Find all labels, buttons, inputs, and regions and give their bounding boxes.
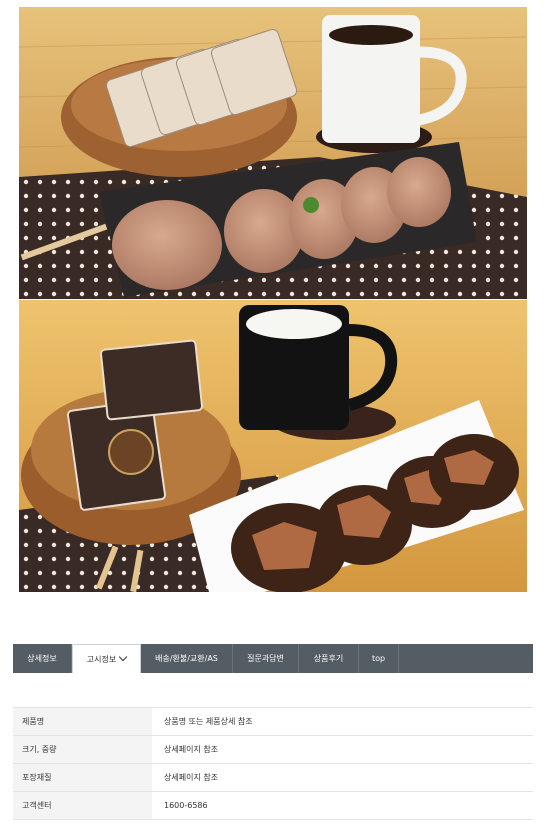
row-value: 상세페이지 참조 [152, 735, 533, 764]
tab-label: 상품후기 [313, 654, 344, 663]
row-label: 포장재질 [13, 763, 152, 792]
row-label: 크기, 중량 [13, 735, 152, 764]
product-photo-1 [19, 7, 527, 299]
table-row: 고객센터 1600-6586 [13, 791, 533, 820]
tab-detail-info[interactable]: 상세정보 [13, 644, 72, 673]
chevron-down-icon [118, 652, 128, 662]
tab-label: 배송/환불/교환/AS [155, 654, 218, 663]
row-value: 상세페이지 참조 [152, 763, 533, 792]
product-photo-2 [19, 300, 527, 592]
table-row: 제품명 상품명 또는 제품상세 참조 [13, 707, 533, 736]
tab-label: 상세정보 [27, 654, 57, 663]
row-value: 상품명 또는 제품상세 참조 [152, 707, 533, 736]
tab-top[interactable]: top [359, 644, 399, 673]
tab-bar: 상세정보 고시정보 배송/환불/교환/AS 질문과답변 상품후기 top [13, 644, 533, 673]
tab-label: top [371, 654, 386, 663]
table-row: 크기, 중량 상세페이지 참조 [13, 735, 533, 764]
product-notice-table: 제품명 상품명 또는 제품상세 참조 크기, 중량 상세페이지 참조 포장재질 … [13, 707, 533, 820]
tab-reviews[interactable]: 상품후기 [299, 644, 359, 673]
row-label: 고객센터 [13, 791, 152, 820]
tab-shipping-refund[interactable]: 배송/환불/교환/AS [141, 644, 233, 673]
tab-notice-info[interactable]: 고시정보 [72, 644, 141, 673]
row-label: 제품명 [13, 707, 152, 736]
tab-label: 고시정보 [86, 655, 117, 664]
tab-label: 질문과답변 [247, 654, 284, 663]
row-value: 1600-6586 [152, 791, 533, 820]
tab-qna[interactable]: 질문과답변 [233, 644, 299, 673]
table-row: 포장재질 상세페이지 참조 [13, 763, 533, 792]
